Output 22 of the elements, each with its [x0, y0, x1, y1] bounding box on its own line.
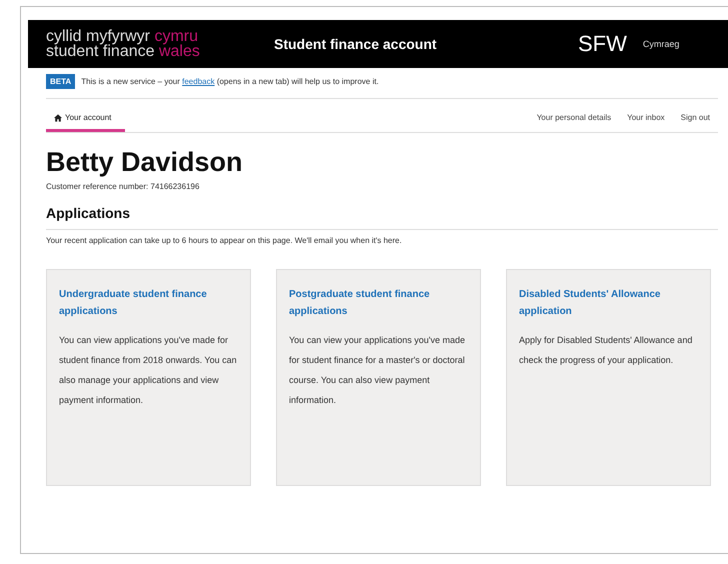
card-link[interactable]: Disabled Students' Allowance application	[519, 286, 698, 320]
language-link[interactable]: Cymraeg	[642, 39, 680, 49]
beta-tag: BETA	[46, 74, 76, 89]
card-link[interactable]: Postgraduate student finance applications	[289, 286, 468, 320]
customer-name: Betty Davidson	[46, 147, 244, 178]
feedback-link[interactable]: feedback	[182, 77, 215, 86]
short-logo: SFW	[578, 31, 627, 57]
card-description: You can view applications you've made for student finance from 2018 onwards. You can also manage your applications and view payment information.	[59, 334, 238, 407]
nav-link[interactable]: Your account	[46, 105, 126, 132]
nav-link[interactable]: Your personal details	[528, 105, 620, 132]
nav-link[interactable]: Sign out	[672, 105, 718, 132]
customer-reference: Customer reference number: 74166236196	[46, 182, 200, 191]
service-title: Student finance account	[274, 36, 438, 52]
notice-text: Your recent application can take up to 6 hours to appear on this page. We'll email you when it's here.	[46, 236, 403, 245]
nav-link[interactable]: Your inbox	[619, 105, 673, 132]
beta-message: This is a new service – your feedback (opens in a new tab) will help us to improve it.	[81, 77, 379, 86]
card-description: You can view your applications you've made for student finance for a master's or doctoral course. You can also view payment information.	[289, 334, 466, 407]
logo[interactable]: cyllid myfyrwyr cymru student finance wales	[46, 29, 274, 59]
card-description: Apply for Disabled Students' Allowance and check the progress of your application.	[519, 334, 694, 367]
card-link[interactable]: Undergraduate student finance applications	[59, 286, 238, 320]
section-heading: Applications	[46, 205, 718, 230]
home-icon	[54, 114, 62, 122]
